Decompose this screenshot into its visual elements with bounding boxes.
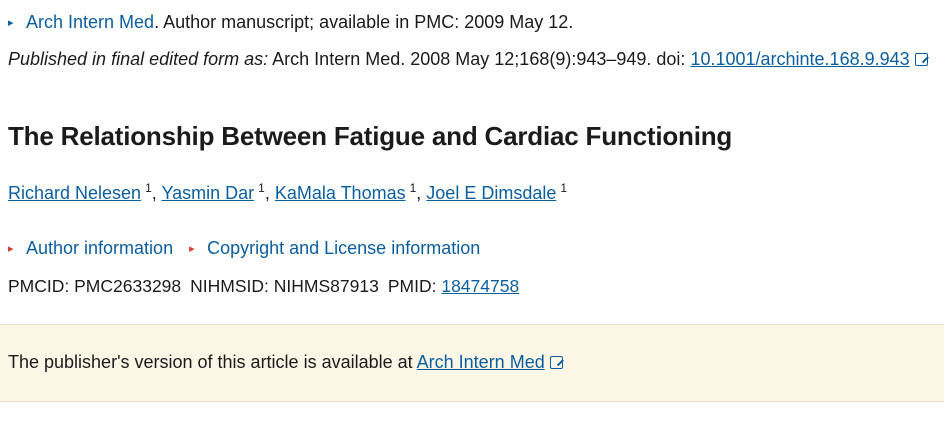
article-identifiers: PMCID: PMC2633298 NIHMSID: NIHMS87913 PMID… (8, 276, 519, 297)
triangle-right-icon[interactable]: ▸ (8, 242, 26, 255)
author-link[interactable]: Richard Nelesen (8, 183, 141, 203)
author-affiliation[interactable]: 1 (145, 181, 152, 195)
pmcid-label: PMCID: (8, 276, 70, 296)
published-line: Published in final edited form as: Arch … (8, 49, 928, 70)
article-title: The Relationship Between Fatigue and Car… (8, 121, 733, 151)
journal-line: ▸ Arch Intern Med. Author manuscript; ava… (8, 12, 573, 33)
author-list: Richard Nelesen 1, Yasmin Dar 1, KaMala Th… (8, 181, 568, 203)
notice-text: The publisher's version of this article … (8, 352, 413, 372)
journal-availability-text: . Author manuscript; available in PMC: 2… (154, 12, 574, 32)
pmid-label: PMID: (387, 276, 437, 296)
publisher-link[interactable]: Arch Intern Med (417, 352, 545, 372)
doi-link[interactable]: 10.1001/archinte.168.9.943 (690, 49, 909, 69)
nihmsid-label: NIHMSID: (190, 276, 269, 296)
triangle-right-icon[interactable]: ▸ (8, 16, 26, 29)
author-affiliation[interactable]: 1 (258, 181, 265, 195)
pmid-link[interactable]: 18474758 (441, 276, 519, 296)
journal-link[interactable]: Arch Intern Med (26, 12, 154, 32)
info-links: ▸ Author information ▸ Copyright and Licens… (8, 238, 480, 259)
author-affiliation[interactable]: 1 (560, 181, 567, 195)
external-link-icon (914, 53, 928, 66)
nihmsid-value: NIHMS87913 (273, 276, 379, 296)
author-link[interactable]: KaMala Thomas (275, 183, 406, 203)
citation-text: Arch Intern Med. 2008 May 12;168(9):943–… (272, 49, 686, 69)
copyright-license-toggle[interactable]: Copyright and License information (207, 238, 480, 258)
author-link[interactable]: Yasmin Dar (161, 183, 254, 203)
publisher-version-notice: The publisher's version of this article … (0, 324, 944, 402)
author-link[interactable]: Joel E Dimsdale (426, 183, 556, 203)
author-information-toggle[interactable]: Author information (26, 238, 173, 258)
triangle-right-icon[interactable]: ▸ (189, 242, 207, 255)
external-link-icon (549, 356, 563, 369)
published-prefix: Published in final edited form as: (8, 49, 269, 69)
pmcid-value: PMC2633298 (74, 276, 182, 296)
